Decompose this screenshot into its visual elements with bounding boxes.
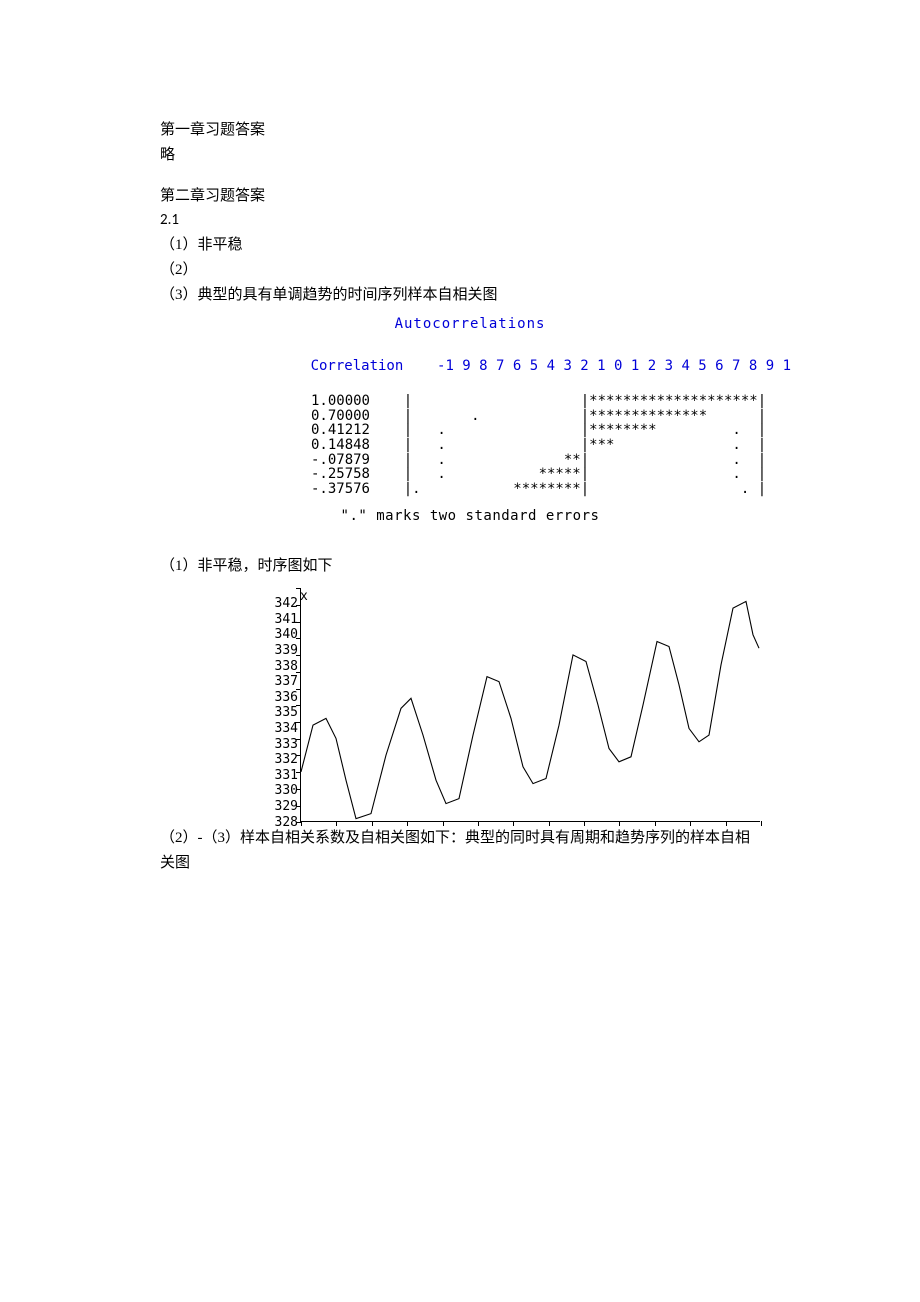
ts-x-tick xyxy=(372,821,373,826)
ts-x-tick xyxy=(690,821,691,826)
ts-y-tick xyxy=(296,739,301,740)
ts-x-tick xyxy=(584,821,585,826)
acf-value: 0.14848 xyxy=(260,438,370,453)
text-omitted: 略 xyxy=(160,143,780,168)
ts-x-tick xyxy=(619,821,620,826)
ts-y-tick xyxy=(296,689,301,690)
ts-y-tick-label: 334 xyxy=(250,721,298,737)
ts-y-tick-label: 335 xyxy=(250,705,298,721)
ts-y-tick-label: 342 xyxy=(250,596,298,612)
ts-y-tick-label: 339 xyxy=(250,643,298,659)
ts-x-tick xyxy=(655,821,656,826)
section-number: 2.1 xyxy=(160,208,780,233)
ts-y-tick xyxy=(296,789,301,790)
ts-x-tick xyxy=(761,821,762,826)
ts-y-tick-label: 330 xyxy=(250,783,298,799)
acf-plot: Autocorrelations Correlation -1 9 8 7 6 … xyxy=(160,317,780,523)
acf-row: 0.70000 | . |************** | xyxy=(260,409,780,424)
acf-footer: "." marks two standard errors xyxy=(160,509,780,524)
ts-y-tick xyxy=(296,705,301,706)
acf-row: 0.41212 | . |******** . | xyxy=(260,423,780,438)
acf-bar: |. ********| . | xyxy=(370,482,766,497)
ts-x-tick xyxy=(549,821,550,826)
acf-scale: -1 9 8 7 6 5 4 3 2 1 0 1 2 3 4 5 6 7 8 9… xyxy=(437,358,791,374)
item-1-ts: （1）非平稳，时序图如下 xyxy=(160,554,780,579)
ts-x-tick xyxy=(478,821,479,826)
acf-bar: | . |*** . | xyxy=(370,438,766,453)
ts-y-tick-label: 341 xyxy=(250,612,298,628)
ts-y-tick-label: 331 xyxy=(250,768,298,784)
ts-y-tick xyxy=(296,806,301,807)
ts-y-tick xyxy=(296,755,301,756)
acf-value: 0.70000 xyxy=(260,409,370,424)
ts-y-axis: 3423413403393383373363353343333323313303… xyxy=(250,596,298,830)
item-2: （2） xyxy=(160,258,780,283)
ts-x-tick xyxy=(336,821,337,826)
ts-x-tick xyxy=(443,821,444,826)
ts-y-tick-label: 328 xyxy=(250,815,298,831)
acf-title: Autocorrelations xyxy=(160,317,780,332)
ts-y-tick-label: 340 xyxy=(250,627,298,643)
ts-plot-area xyxy=(300,588,760,822)
acf-row: -.37576 |. ********| . | xyxy=(260,482,780,497)
acf-bar: | . |************** | xyxy=(370,409,766,424)
ts-y-tick-label: 332 xyxy=(250,752,298,768)
acf-row: -.25758 | . *****| . | xyxy=(260,467,780,482)
heading-ch1: 第一章习题答案 xyxy=(160,118,780,143)
ts-x-tick xyxy=(407,821,408,826)
time-series-plot: x 34234134033933833733633533433333233133… xyxy=(250,588,780,822)
ts-y-tick xyxy=(296,588,301,589)
acf-value: -.07879 xyxy=(260,453,370,468)
acf-correlation-label: Correlation xyxy=(311,358,404,374)
acf-row: 0.14848 | . |*** . | xyxy=(260,438,780,453)
ts-y-tick xyxy=(296,722,301,723)
ts-y-tick-label: 329 xyxy=(250,799,298,815)
acf-header: Correlation -1 9 8 7 6 5 4 3 2 1 0 1 2 3… xyxy=(260,344,780,388)
acf-value: -.37576 xyxy=(260,482,370,497)
acf-value: 1.00000 xyxy=(260,394,370,409)
acf-bar: | . **| . | xyxy=(370,453,766,468)
item-3: （3）典型的具有单调趋势的时间序列样本自相关图 xyxy=(160,283,780,308)
ts-y-tick-label: 337 xyxy=(250,674,298,690)
ts-y-tick xyxy=(296,638,301,639)
ts-y-tick xyxy=(296,655,301,656)
ts-y-tick xyxy=(296,772,301,773)
item-1: （1）非平稳 xyxy=(160,233,780,258)
ts-x-tick xyxy=(513,821,514,826)
ts-y-tick xyxy=(296,672,301,673)
ts-y-tick xyxy=(296,622,301,623)
acf-bar: | . |******** . | xyxy=(370,423,766,438)
ts-y-tick-label: 336 xyxy=(250,690,298,706)
ts-x-tick xyxy=(301,821,302,826)
acf-bar: | |********************| xyxy=(370,394,766,409)
acf-row: 1.00000 | |********************| xyxy=(260,394,780,409)
item-2-3-text-b: 关图 xyxy=(160,851,780,876)
acf-value: 0.41212 xyxy=(260,423,370,438)
heading-ch2: 第二章习题答案 xyxy=(160,184,780,209)
acf-value: -.25758 xyxy=(260,467,370,482)
acf-bar: | . *****| . | xyxy=(370,467,766,482)
ts-line xyxy=(301,602,759,819)
acf-row: -.07879 | . **| . | xyxy=(260,453,780,468)
ts-y-tick-label: 338 xyxy=(250,659,298,675)
ts-y-tick-label: 333 xyxy=(250,737,298,753)
ts-x-tick xyxy=(726,821,727,826)
ts-y-tick xyxy=(296,605,301,606)
